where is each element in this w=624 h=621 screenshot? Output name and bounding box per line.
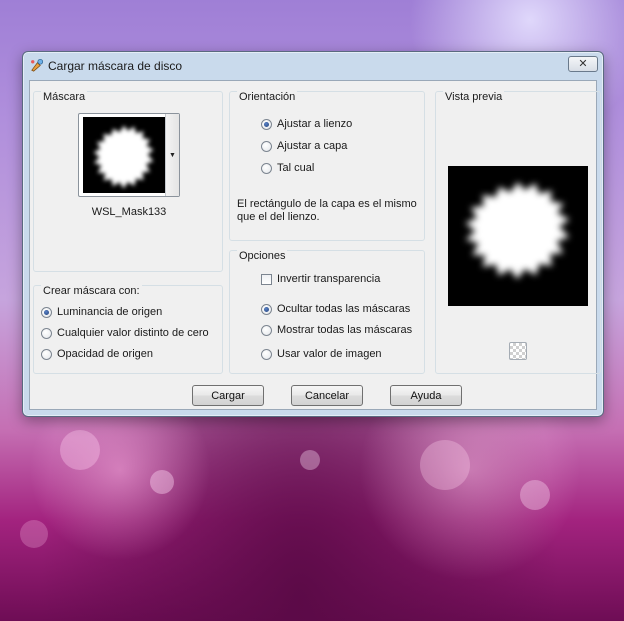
orientation-group: Orientación Ajustar a lienzo Ajustar a c… <box>229 91 425 241</box>
options-group: Opciones Invertir transparencia Ocultar … <box>229 250 425 374</box>
options-group-title: Opciones <box>237 250 288 262</box>
cancel-button[interactable]: Cancelar <box>291 385 363 406</box>
radio-label: Opacidad de origen <box>57 348 154 360</box>
title-bar[interactable]: Cargar máscara de disco ✕ <box>23 52 603 79</box>
radio-label: Usar valor de imagen <box>277 348 382 360</box>
radio-as-is[interactable]: Tal cual <box>261 162 314 174</box>
radio-indicator[interactable] <box>261 140 272 152</box>
radio-use-image-value[interactable]: Usar valor de imagen <box>261 348 382 360</box>
paint-icon <box>28 57 44 73</box>
radio-label: Tal cual <box>277 162 315 174</box>
mask-preview-image <box>448 166 588 306</box>
radio-indicator[interactable] <box>261 118 272 130</box>
radio-indicator[interactable] <box>261 324 272 336</box>
radio-fit-layer[interactable]: Ajustar a capa <box>261 140 347 152</box>
desktop-bokeh <box>60 430 100 470</box>
chevron-down-icon[interactable]: ▼ <box>165 114 179 196</box>
desktop-bokeh <box>420 440 470 490</box>
orientation-group-title: Orientación <box>237 91 298 103</box>
preview-group-title: Vista previa <box>443 91 505 103</box>
radio-source-opacity[interactable]: Opacidad de origen <box>41 348 153 360</box>
radio-fit-canvas[interactable]: Ajustar a lienzo <box>261 118 352 130</box>
radio-indicator[interactable] <box>41 327 52 339</box>
create-mask-group-title: Crear máscara con: <box>41 285 142 297</box>
radio-label: Ajustar a capa <box>277 140 348 152</box>
radio-label: Ocultar todas las máscaras <box>277 303 411 315</box>
desktop-bokeh <box>20 520 48 548</box>
mask-group-title: Máscara <box>41 91 88 103</box>
orientation-description: El rectángulo de la capa es el mismo que… <box>237 198 417 223</box>
mask-group: Máscara ▼ WSL_Mask133 <box>33 91 223 272</box>
radio-show-all-masks[interactable]: Mostrar todas las máscaras <box>261 324 412 336</box>
transparency-checker-icon[interactable] <box>509 342 527 360</box>
help-button[interactable]: Ayuda <box>390 385 462 406</box>
desktop-bokeh <box>300 450 320 470</box>
close-icon: ✕ <box>578 57 588 70</box>
radio-source-luminance[interactable]: Luminancia de origen <box>41 306 162 318</box>
desktop-bokeh <box>150 470 174 494</box>
radio-indicator[interactable] <box>261 348 272 360</box>
close-button[interactable]: ✕ <box>568 56 598 72</box>
radio-label: Luminancia de origen <box>57 306 163 318</box>
radio-indicator[interactable] <box>41 306 52 318</box>
radio-hide-all-masks[interactable]: Ocultar todas las máscaras <box>261 303 410 315</box>
radio-indicator[interactable] <box>41 348 52 360</box>
dialog-client: Máscara ▼ WSL_Mask133 Crear máscara con: <box>29 80 601 410</box>
radio-any-nonzero[interactable]: Cualquier valor distinto de cero <box>41 327 209 339</box>
radio-label: Mostrar todas las máscaras <box>277 324 413 336</box>
desktop-bokeh <box>520 480 550 510</box>
create-mask-group: Crear máscara con: Luminancia de origen … <box>33 285 223 374</box>
preview-group: Vista previa <box>435 91 601 374</box>
mask-picker[interactable]: ▼ <box>78 113 180 197</box>
mask-name-label: WSL_Mask133 <box>91 206 167 218</box>
radio-indicator[interactable] <box>261 162 272 174</box>
mask-thumbnail <box>83 117 165 193</box>
checkbox-label: Invertir transparencia <box>277 273 381 285</box>
invert-transparency-checkbox[interactable]: Invertir transparencia <box>261 273 380 285</box>
radio-label: Ajustar a lienzo <box>277 118 353 130</box>
load-mask-dialog: Cargar máscara de disco ✕ Máscara ▼ WSL_… <box>22 51 604 417</box>
radio-label: Cualquier valor distinto de cero <box>57 327 209 339</box>
window-title: Cargar máscara de disco <box>48 59 183 73</box>
load-button[interactable]: Cargar <box>192 385 264 406</box>
checkbox-indicator[interactable] <box>261 273 272 285</box>
radio-indicator[interactable] <box>261 303 272 315</box>
